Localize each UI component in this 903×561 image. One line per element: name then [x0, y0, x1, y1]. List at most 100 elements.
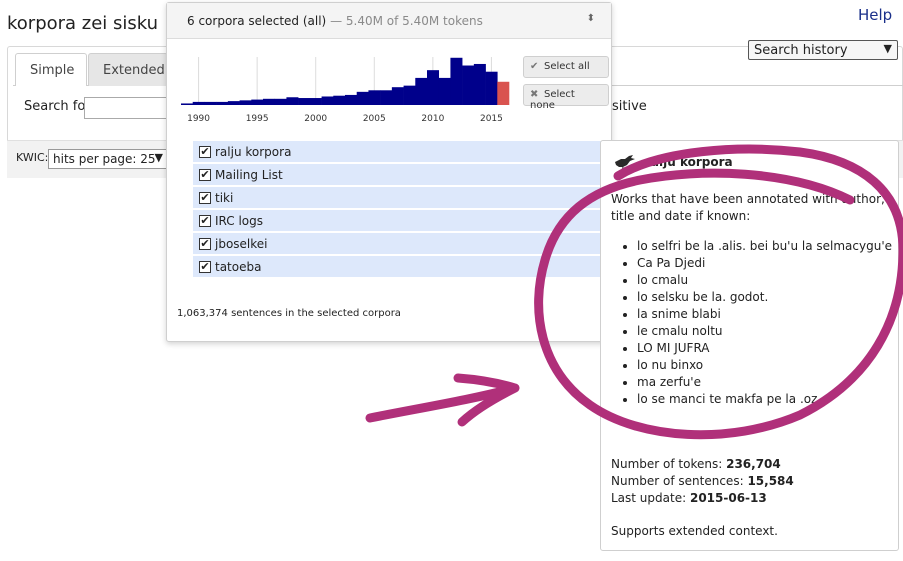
- hits-per-page-select[interactable]: hits per page: 25 ▼: [48, 149, 168, 169]
- checkbox[interactable]: ✔: [199, 145, 211, 158]
- timeline-bar: [239, 100, 252, 105]
- list-item: lo cmalu: [637, 272, 892, 289]
- close-icon: ✖: [530, 89, 539, 100]
- corpus-item-tiki[interactable]: ✔ tiki: [193, 187, 603, 208]
- info-title: ralju korpora: [645, 155, 733, 169]
- corpus-item-mailing-list[interactable]: ✔ Mailing List: [193, 164, 603, 185]
- timeline-bar: [450, 57, 463, 105]
- select-all-label: Select all: [544, 61, 590, 72]
- last-update-value: 2015-06-13: [689, 491, 767, 505]
- timeline-tick-labels: 1990 1995 2000 2005 2010 2015: [187, 114, 503, 124]
- chevron-down-icon: ▼: [883, 42, 892, 55]
- timeline-bar: [309, 98, 322, 105]
- token-count-text: — 5.40M of 5.40M tokens: [330, 14, 483, 28]
- timeline-bar: [391, 87, 404, 105]
- checkbox[interactable]: ✔: [199, 168, 211, 181]
- corpus-info-panel: ralju korpora Works that have been annot…: [600, 140, 899, 551]
- sentence-count: 1,063,374 sentences in the selected corp…: [177, 308, 401, 319]
- timeline-bar: [438, 77, 451, 105]
- timeline-bar: [427, 70, 440, 105]
- list-item: la snime blabi: [637, 306, 892, 323]
- tick-label: 2015: [480, 114, 503, 124]
- list-item: lo nu binxo: [637, 357, 892, 374]
- corpus-item-ralju-korpora[interactable]: ✔ ralju korpora: [193, 141, 603, 162]
- search-history-select[interactable]: Search history ▼: [748, 40, 898, 60]
- list-item: le cmalu noltu: [637, 323, 892, 340]
- checkbox[interactable]: ✔: [199, 214, 211, 227]
- timeline-bar: [192, 101, 205, 105]
- list-item: lo se manci te makfa pe la .oz.: [637, 391, 892, 408]
- annotation-arrow: [365, 373, 520, 427]
- tokens-label: Number of tokens:: [611, 457, 723, 471]
- corpus-name: jboselkei: [215, 236, 268, 251]
- corpus-name: Mailing List: [215, 167, 283, 182]
- checkbox[interactable]: ✔: [199, 237, 211, 250]
- corpus-item-tatoeba[interactable]: ✔ tatoeba: [193, 256, 603, 277]
- select-all-button[interactable]: ✔ Select all: [523, 56, 609, 78]
- timeline-bar: [356, 91, 369, 105]
- timeline-bar: [462, 65, 475, 105]
- timeline-chart[interactable]: 1990 1995 2000 2005 2010 2015: [179, 53, 511, 133]
- updown-arrows-icon: ⬍: [586, 13, 595, 24]
- timeline-bar: [227, 101, 240, 105]
- kwic-label: KWIC:: [16, 151, 49, 164]
- corpus-item-irc-logs[interactable]: ✔ IRC logs: [193, 210, 603, 231]
- check-icon: ✔: [530, 61, 539, 72]
- timeline-bars: [181, 57, 510, 105]
- timeline-bar: [380, 90, 393, 105]
- timeline-bar: [216, 101, 229, 105]
- corpus-item-jboselkei[interactable]: ✔ jboselkei: [193, 233, 603, 254]
- tick-label: 2010: [421, 114, 444, 124]
- timeline-bar: [485, 71, 498, 105]
- checkbox[interactable]: ✔: [199, 191, 211, 204]
- timeline-bar: [286, 97, 299, 105]
- timeline-bar: [368, 90, 381, 105]
- tab-extended[interactable]: Extended: [88, 53, 168, 86]
- timeline-bar: [298, 98, 311, 105]
- last-update-label: Last update:: [611, 491, 687, 505]
- search-input[interactable]: [84, 97, 174, 119]
- timeline-bar: [321, 96, 334, 105]
- timeline-bar: [274, 98, 287, 105]
- timeline-bar: [251, 99, 264, 105]
- hits-per-page-value: hits per page: 25: [53, 152, 156, 166]
- corpus-chooser-header[interactable]: 6 corpora selected (all) — 5.40M of 5.40…: [167, 3, 611, 39]
- page-title: korpora zei sisku: [7, 13, 159, 34]
- tick-label: 2005: [363, 114, 386, 124]
- info-description: Works that have been annotated with auth…: [611, 192, 885, 223]
- corpora-selected-text: 6 corpora selected (all): [187, 14, 327, 28]
- corpus-stats: Number of tokens: 236,704 Number of sent…: [611, 456, 794, 507]
- tab-simple[interactable]: Simple: [15, 53, 87, 86]
- list-item: LO MI JUFRA: [637, 340, 892, 357]
- tick-label: 2000: [304, 114, 327, 124]
- checkbox[interactable]: ✔: [199, 260, 211, 273]
- timeline-bar: [263, 98, 276, 105]
- timeline-bar: [333, 95, 346, 105]
- corpus-name: tiki: [215, 190, 234, 205]
- list-item: lo selfri be la .alis. bei bu'u la selma…: [637, 238, 892, 255]
- timeline-bar: [345, 94, 358, 105]
- corpus-list: ✔ ralju korpora ✔ Mailing List ✔ tiki ✔ …: [193, 141, 603, 279]
- corpus-name: ralju korpora: [215, 144, 292, 159]
- timeline-bar: [403, 85, 416, 105]
- timeline-bar: [204, 101, 217, 105]
- tick-label: 1995: [246, 114, 269, 124]
- select-none-button[interactable]: ✖ Select none: [523, 84, 609, 111]
- help-link[interactable]: Help: [858, 6, 892, 24]
- corpus-name: tatoeba: [215, 259, 262, 274]
- sentences-label: Number of sentences:: [611, 474, 744, 488]
- list-item: Ca Pa Djedi: [637, 255, 892, 272]
- sentences-value: 15,584: [747, 474, 794, 488]
- search-for-label: Search for: [24, 99, 91, 114]
- timeline-bar: [415, 77, 428, 105]
- extended-context-note: Supports extended context.: [611, 524, 778, 538]
- case-sensitive-label: sitive: [612, 99, 647, 114]
- timeline-bar: [473, 63, 486, 105]
- tokens-value: 236,704: [726, 457, 781, 471]
- chevron-down-icon: ▼: [154, 151, 163, 164]
- timeline-bar: [181, 103, 194, 105]
- tick-label: 1990: [187, 114, 210, 124]
- corpus-chooser-popup: 6 corpora selected (all) — 5.40M of 5.40…: [166, 2, 612, 342]
- list-item: lo selsku be la. godot.: [637, 289, 892, 306]
- list-item: ma zerfu'e: [637, 374, 892, 391]
